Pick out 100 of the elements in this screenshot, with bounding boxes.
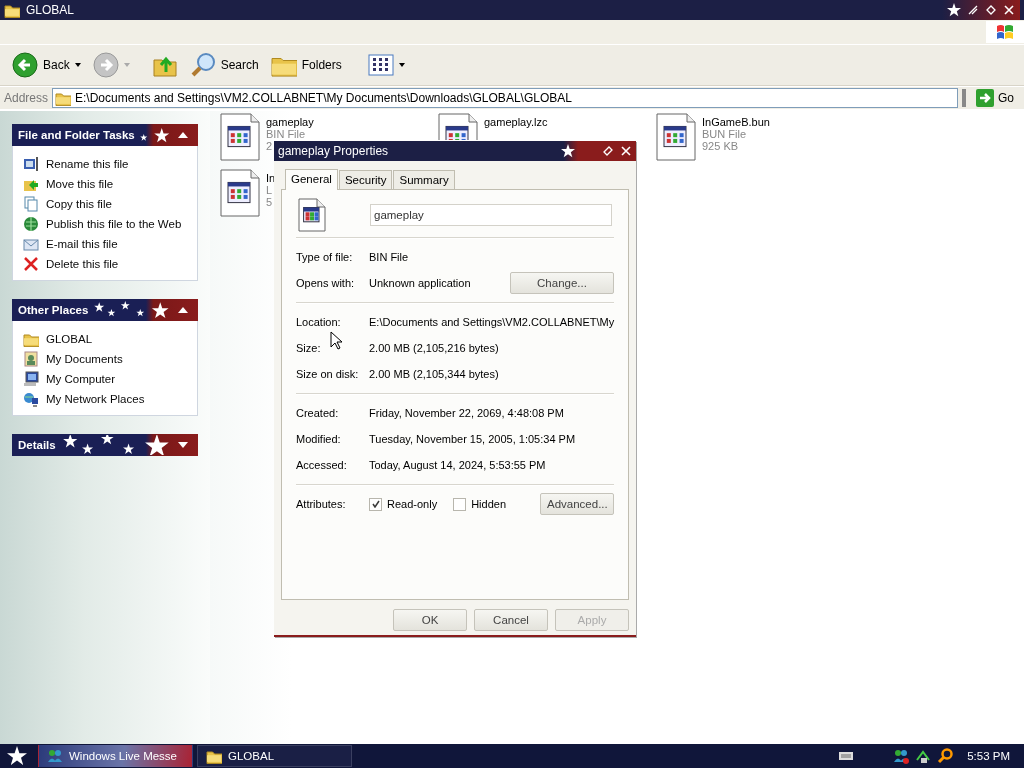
taskbar-button[interactable]: Windows Live Messe bbox=[38, 745, 193, 767]
file-name: In bbox=[266, 172, 276, 184]
search-icon bbox=[937, 748, 954, 764]
publish-icon bbox=[23, 216, 39, 232]
file-name: InGameB.bun bbox=[702, 116, 770, 128]
file-name-field[interactable]: gameplay bbox=[370, 204, 612, 226]
folder-icon bbox=[206, 748, 222, 764]
collapse-arrow-icon[interactable] bbox=[178, 131, 188, 139]
taskbar-button[interactable]: GLOBAL bbox=[197, 745, 352, 767]
advanced-button[interactable]: Advanced... bbox=[540, 493, 614, 515]
task-link[interactable]: E-mail this file bbox=[46, 238, 118, 250]
field-value: Today, August 14, 2024, 5:53:55 PM bbox=[369, 459, 547, 471]
search-icon bbox=[189, 52, 216, 78]
field-label: Type of file: bbox=[296, 251, 353, 263]
star-icon bbox=[7, 746, 27, 766]
folder-icon bbox=[23, 331, 39, 347]
field-value: Friday, November 22, 2069, 4:48:08 PM bbox=[369, 407, 565, 419]
pane-title: File and Folder Tasks bbox=[18, 129, 135, 141]
back-button[interactable]: Back bbox=[8, 48, 85, 82]
field-value: BIN File bbox=[369, 251, 410, 263]
star-icon bbox=[946, 2, 962, 18]
delete-icon bbox=[23, 256, 39, 272]
field-value: 2.00 MB (2,105,216 bytes) bbox=[369, 342, 500, 354]
dialog-button[interactable]: OK bbox=[393, 609, 467, 631]
task-link[interactable]: Delete this file bbox=[46, 258, 119, 270]
field-value: Tuesday, November 15, 2005, 1:05:34 PM bbox=[369, 433, 577, 445]
task-link[interactable]: GLOBAL bbox=[46, 333, 93, 345]
task-link[interactable]: Move this file bbox=[46, 178, 114, 190]
field-label: Attributes: bbox=[296, 498, 347, 510]
checkbox[interactable] bbox=[369, 497, 382, 511]
file-icon bbox=[656, 113, 696, 161]
file-size: 5 bbox=[266, 196, 274, 208]
field-label: Accessed: bbox=[296, 459, 347, 471]
copy-icon bbox=[23, 196, 39, 212]
check-icon bbox=[371, 500, 380, 508]
field-value: 2.00 MB (2,105,344 bytes) bbox=[369, 368, 500, 380]
star-icon bbox=[560, 143, 576, 159]
cursor-icon bbox=[330, 331, 342, 350]
tab[interactable]: General bbox=[285, 169, 338, 190]
expand-arrow-icon[interactable] bbox=[178, 441, 188, 449]
keyboard-icon bbox=[839, 751, 854, 761]
collapse-arrow-icon[interactable] bbox=[178, 306, 188, 314]
file-icon bbox=[220, 113, 260, 161]
go-arrow-icon bbox=[976, 89, 994, 107]
go-button[interactable]: Go bbox=[970, 89, 1020, 107]
task-link[interactable]: Rename this file bbox=[46, 158, 129, 170]
dialog-button[interactable]: Cancel bbox=[474, 609, 548, 631]
file-icon bbox=[220, 169, 260, 217]
folders-button[interactable]: Folders bbox=[266, 48, 346, 82]
pane-header[interactable]: Details bbox=[12, 434, 198, 456]
field-label: Size: bbox=[296, 342, 321, 354]
file-name: gameplay bbox=[266, 116, 314, 128]
checkbox-label: Hidden bbox=[471, 498, 506, 510]
field-label: Created: bbox=[296, 407, 339, 419]
views-grid-icon bbox=[367, 54, 394, 76]
clock: 5:53 PM bbox=[967, 750, 1010, 762]
pane-header[interactable]: File and Folder Tasks bbox=[12, 124, 198, 146]
field-label: Size on disk: bbox=[296, 368, 359, 380]
caret-icon bbox=[123, 63, 130, 67]
file-type: BIN File bbox=[266, 128, 307, 140]
folder-icon bbox=[55, 90, 72, 106]
dialog-title: gameplay Properties bbox=[278, 144, 390, 158]
file-name: gameplay.lzc bbox=[484, 116, 548, 128]
file-type: L bbox=[266, 184, 274, 196]
windows-logo-icon bbox=[995, 23, 1015, 41]
people-icon bbox=[47, 748, 63, 764]
pane-title: Other Places bbox=[18, 304, 89, 316]
close-icon[interactable] bbox=[1002, 3, 1016, 17]
task-link[interactable]: Publish this file to the Web bbox=[46, 218, 182, 230]
documents-icon bbox=[23, 351, 39, 367]
task-link[interactable]: My Computer bbox=[46, 373, 116, 385]
computer-icon bbox=[23, 371, 39, 387]
email-icon bbox=[23, 236, 39, 252]
tab[interactable]: Security bbox=[338, 170, 393, 189]
file-icon bbox=[438, 113, 478, 140]
change-button[interactable]: Change... bbox=[510, 272, 614, 294]
task-link[interactable]: My Network Places bbox=[46, 393, 145, 405]
task-link[interactable]: My Documents bbox=[46, 353, 123, 365]
caret-icon bbox=[74, 63, 81, 67]
pane-title: Details bbox=[18, 439, 56, 451]
address-field[interactable]: E:\Documents and Settings\VM2.COLLABNET\My Documents\Downloads\GLOBAL\GLOBAL bbox=[52, 88, 958, 108]
field-value: Unknown application bbox=[369, 277, 472, 289]
field-label: Location: bbox=[296, 316, 341, 328]
checkbox-label: Read-only bbox=[387, 498, 438, 510]
close-icon[interactable] bbox=[620, 145, 632, 157]
caret-icon bbox=[398, 63, 405, 67]
folder-icon bbox=[4, 2, 20, 18]
file-icon bbox=[298, 198, 326, 232]
field-label: Opens with: bbox=[296, 277, 355, 289]
file-type: BUN File bbox=[702, 128, 747, 140]
people-icon bbox=[893, 748, 910, 764]
search-button[interactable]: Search bbox=[185, 48, 263, 82]
window-title: GLOBAL bbox=[26, 3, 76, 17]
task-link[interactable]: Copy this file bbox=[46, 198, 112, 210]
rename-icon bbox=[23, 156, 39, 172]
field-label: Modified: bbox=[296, 433, 341, 445]
file-size: 925 KB bbox=[702, 140, 740, 152]
checkbox[interactable] bbox=[453, 497, 467, 511]
pane-header[interactable]: Other Places bbox=[12, 299, 198, 321]
tab[interactable]: Summary bbox=[393, 170, 455, 189]
